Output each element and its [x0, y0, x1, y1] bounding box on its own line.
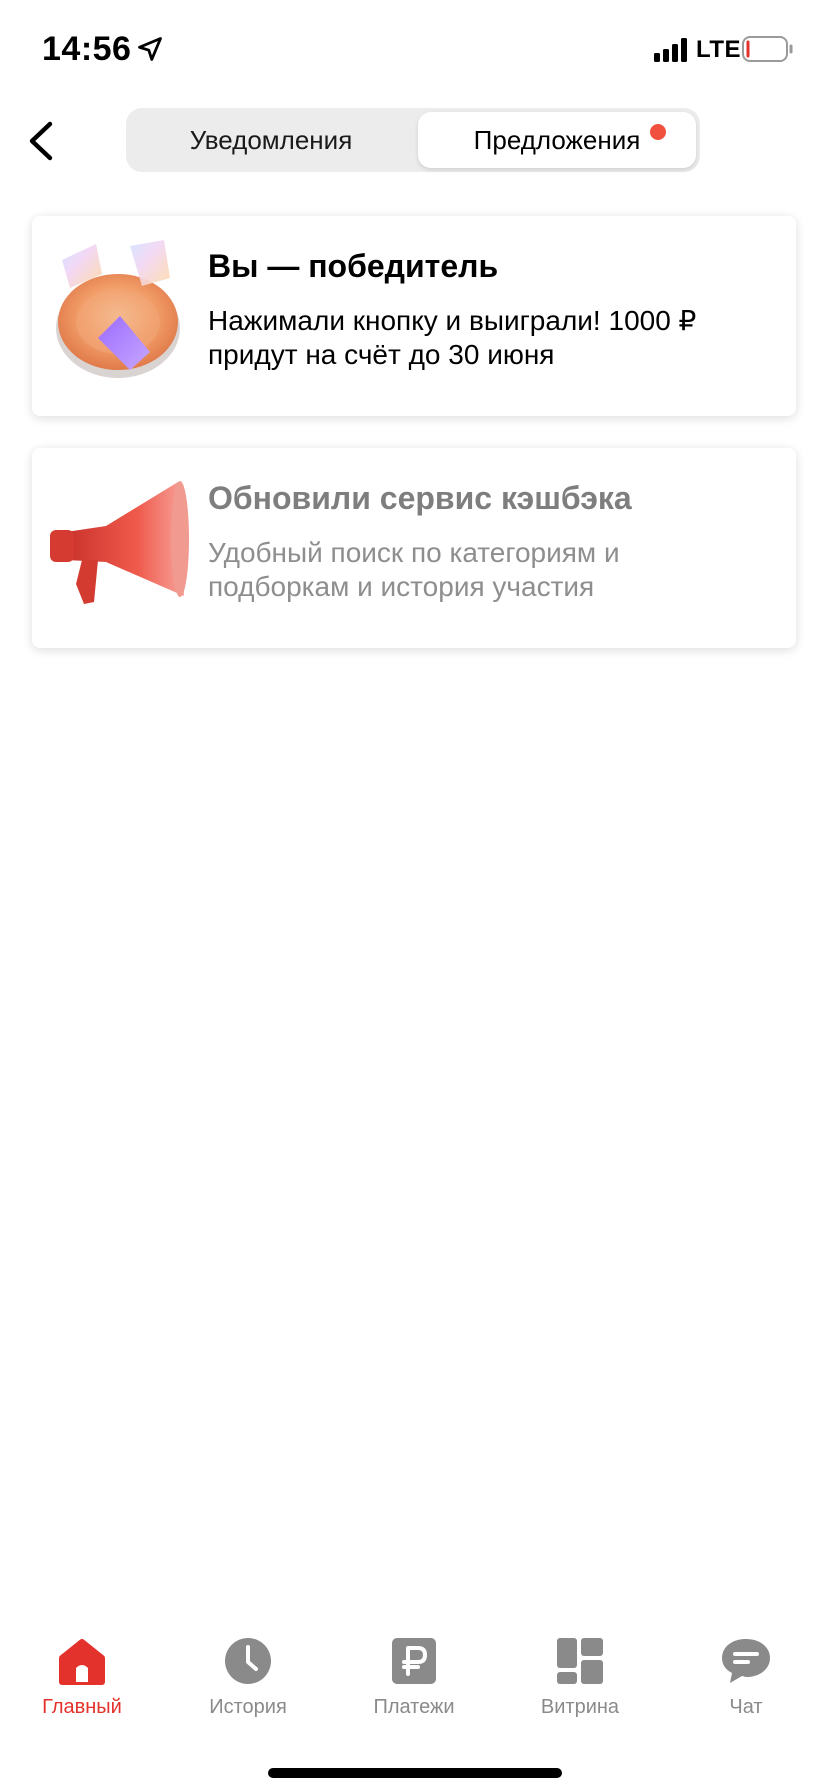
location-arrow-icon	[138, 37, 162, 61]
tab-notifications-label: Уведомления	[189, 124, 353, 155]
chat-bubble-icon	[722, 1639, 770, 1683]
tab-label: Витрина	[540, 1696, 620, 1718]
signal-bars-icon	[654, 38, 687, 62]
tab-label: Чат	[729, 1696, 763, 1718]
showcase-grid-icon	[557, 1638, 603, 1684]
tab-chat[interactable]: Чат	[666, 1636, 826, 1736]
card-title: Вы — победитель	[208, 248, 499, 284]
tab-notifications[interactable]: Уведомления	[130, 112, 412, 168]
card-body: Удобный поиск по категориям и подборкам …	[208, 537, 620, 602]
status-bar: 14:56 LTE	[0, 0, 828, 100]
prize-plate-illustration	[56, 240, 180, 378]
tab-label: Главный	[42, 1696, 122, 1718]
home-indicator[interactable]	[268, 1768, 562, 1778]
segmented-control: Уведомления Предложения	[126, 108, 700, 172]
bottom-tab-bar: Главный История Платежи Витрина Чат	[0, 1620, 828, 1740]
screen: 14:56 LTE Уведомления Предложения Вы — п…	[0, 0, 828, 1792]
network-type: LTE	[696, 36, 742, 63]
back-button[interactable]	[18, 114, 66, 168]
status-time: 14:56	[42, 30, 132, 68]
offer-card-winner[interactable]: Вы — победитель Нажимали кнопку и выигра…	[32, 216, 796, 416]
clock-icon	[225, 1638, 271, 1684]
card-body: Нажимали кнопку и выиграли! 1000 ₽ приду…	[208, 305, 697, 370]
battery-low-icon	[742, 36, 793, 62]
ruble-icon	[392, 1638, 436, 1684]
card-title: Обновили сервис кэшбэка	[208, 480, 632, 516]
unread-badge	[650, 124, 666, 140]
megaphone-illustration	[50, 481, 189, 604]
tab-offers-label: Предложения	[473, 124, 641, 155]
home-icon	[59, 1639, 105, 1685]
tab-offers[interactable]: Предложения	[418, 112, 696, 168]
offer-card-cashback[interactable]: Обновили сервис кэшбэка Удобный поиск по…	[32, 448, 796, 648]
tab-showcase[interactable]: Витрина	[500, 1636, 660, 1736]
chevron-left-icon	[29, 121, 53, 161]
tab-history[interactable]: История	[168, 1636, 328, 1736]
tab-label: История	[209, 1696, 287, 1718]
tab-home[interactable]: Главный	[2, 1636, 162, 1736]
tab-label: Платежи	[373, 1696, 455, 1718]
tab-payments[interactable]: Платежи	[334, 1636, 494, 1736]
